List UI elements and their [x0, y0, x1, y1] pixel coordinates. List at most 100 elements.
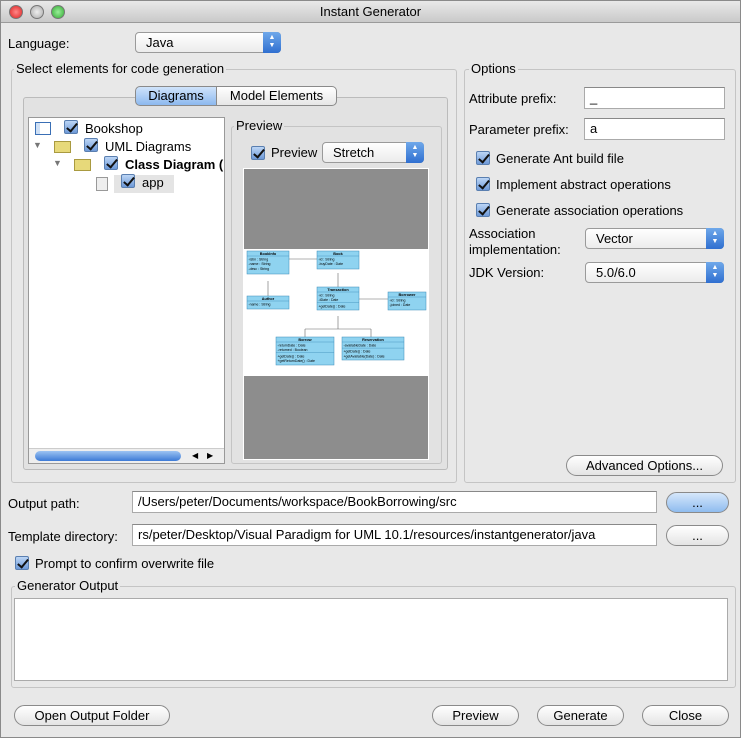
horizontal-scrollbar[interactable]: ◀ ▶	[29, 448, 224, 463]
parameter-prefix-label: Parameter prefix:	[469, 122, 569, 137]
language-label: Language:	[8, 36, 70, 51]
preview-button[interactable]: Preview	[432, 705, 519, 726]
uml-class-member: -name : String	[249, 303, 271, 307]
chevron-updown-icon: ▲ ▼	[406, 142, 424, 163]
uml-class-member: -tDate : Date	[319, 298, 339, 302]
diagram-icon	[96, 177, 108, 191]
jdk-version-select[interactable]: 5.0/6.0 ▲ ▼	[585, 262, 724, 283]
tree-item-app[interactable]: app	[142, 175, 164, 190]
uml-diagrams-checkbox[interactable]	[84, 138, 98, 152]
select-elements-title: Select elements for code generation	[14, 61, 227, 76]
tree-item-class-diagram[interactable]: Class Diagram (	[125, 157, 223, 172]
uml-class-member: -availableDate : Date	[344, 344, 377, 348]
uml-class-member: -joined : Date	[390, 303, 411, 307]
attribute-prefix-input[interactable]: _	[584, 87, 725, 109]
tree-item-uml-diagrams[interactable]: UML Diagrams	[105, 139, 191, 154]
association-value: Vector	[596, 231, 633, 246]
implement-abstract-checkbox[interactable]	[476, 177, 490, 191]
uml-class-member: -desc : String	[249, 267, 270, 271]
uml-class-box: BookInfo -isbn : String-name : String-des…	[246, 250, 290, 275]
prompt-overwrite-checkbox[interactable]	[15, 556, 29, 570]
tab-diagrams[interactable]: Diagrams	[135, 86, 217, 106]
language-select[interactable]: Java ▲ ▼	[135, 32, 281, 53]
tab-model-elements[interactable]: Model Elements	[216, 86, 337, 106]
bookshop-checkbox[interactable]	[64, 120, 78, 134]
open-output-folder-button[interactable]: Open Output Folder	[14, 705, 170, 726]
uml-class-member: -id : String	[390, 299, 406, 303]
generate-association-checkbox[interactable]	[476, 203, 490, 217]
uml-class-name: Book	[333, 252, 343, 256]
language-value: Java	[146, 35, 174, 50]
jdk-version-label: JDK Version:	[469, 265, 545, 280]
uml-class-member: -id : String	[319, 294, 335, 298]
parameter-prefix-input[interactable]: a	[584, 118, 725, 140]
folder-icon	[54, 141, 71, 153]
class-diagram-folder-icon	[74, 159, 91, 171]
preview-mode-select[interactable]: Stretch ▲ ▼	[322, 142, 424, 163]
uml-class-box: Transaction -id : String-tDate : Date +get…	[316, 286, 360, 311]
uml-class-member: +getDate() : Date	[319, 304, 346, 308]
zoom-window-button[interactable]	[51, 5, 65, 19]
uml-class-member: +getDate() : Date	[344, 350, 371, 354]
jdk-version-value: 5.0/6.0	[596, 265, 636, 280]
uml-class-member: -name : String	[249, 262, 271, 266]
association-label-line2: implementation:	[469, 242, 561, 257]
expand-triangle-icon[interactable]: ▼	[33, 140, 42, 150]
preview-checkbox[interactable]	[251, 146, 265, 160]
uml-class-name: Transaction	[327, 288, 349, 292]
diagram-tree: Bookshop ▼ UML Diagrams ▼ Class Diagram …	[28, 117, 225, 464]
minimize-window-button[interactable]	[30, 5, 44, 19]
preview-group-title: Preview	[234, 118, 285, 133]
scrollbar-thumb[interactable]	[35, 451, 181, 461]
uml-class-name: Borrow	[298, 338, 311, 342]
generator-output-textarea[interactable]	[14, 598, 728, 681]
chevron-updown-icon: ▲ ▼	[706, 228, 724, 249]
template-directory-browse-button[interactable]: ...	[666, 525, 729, 546]
generate-ant-label: Generate Ant build file	[496, 151, 624, 166]
uml-class-box: Reservation -availableDate : Date +getDate…	[341, 336, 405, 361]
uml-class-member: +getAvailable(Date) : Date	[344, 354, 385, 358]
class-diagram-checkbox[interactable]	[104, 156, 118, 170]
window-title: Instant Generator	[319, 4, 422, 19]
output-path-input[interactable]: /Users/peter/Documents/workspace/BookBor…	[132, 491, 657, 513]
generate-association-label: Generate association operations	[496, 203, 684, 218]
uml-class-name: BookInfo	[260, 252, 277, 256]
chevron-updown-icon: ▲ ▼	[706, 262, 724, 283]
class-diagram-preview: BookInfo-isbn : String-name : String-des…	[244, 249, 428, 376]
template-directory-label: Template directory:	[8, 529, 118, 544]
attribute-prefix-label: Attribute prefix:	[469, 91, 557, 106]
options-title: Options	[469, 61, 518, 76]
uml-class-member: -buyDate : Date	[319, 262, 344, 266]
advanced-options-button[interactable]: Advanced Options...	[566, 455, 723, 476]
scroll-left-icon[interactable]: ◀	[192, 449, 198, 463]
generate-ant-checkbox[interactable]	[476, 151, 490, 165]
implement-abstract-label: Implement abstract operations	[496, 177, 671, 192]
expand-triangle-icon[interactable]: ▼	[53, 158, 62, 168]
instant-generator-window: Instant Generator Language: Java ▲ ▼ Selec…	[0, 0, 741, 738]
uml-class-member: +getReturnDate() : Date	[278, 359, 316, 363]
scroll-right-icon[interactable]: ▶	[207, 449, 213, 463]
close-window-button[interactable]	[9, 5, 23, 19]
app-checkbox[interactable]	[121, 174, 135, 188]
close-button[interactable]: Close	[642, 705, 729, 726]
output-path-browse-button[interactable]: ...	[666, 492, 729, 513]
title-bar: Instant Generator	[1, 1, 740, 23]
uml-class-name: Borrower	[399, 293, 416, 297]
uml-class-box: Author -name : String	[246, 295, 290, 310]
uml-class-member: -isbn : String	[249, 258, 269, 262]
preview-checkbox-label: Preview	[271, 145, 318, 160]
uml-class-member: -returned : Boolean	[278, 348, 308, 352]
uml-class-name: Reservation	[362, 338, 384, 342]
uml-class-name: Author	[262, 297, 275, 301]
uml-class-member: -returnDate : Date	[278, 344, 306, 348]
uml-class-member: -id : String	[319, 258, 335, 262]
preview-mode-value: Stretch	[333, 145, 375, 160]
uml-class-box: Borrower -id : String-joined : Date	[387, 291, 427, 311]
association-implementation-select[interactable]: Vector ▲ ▼	[585, 228, 724, 249]
uml-class-box: Book -id : String-buyDate : Date	[316, 250, 360, 270]
uml-class-member: +getDate() : Date	[278, 354, 305, 358]
template-directory-input[interactable]: rs/peter/Desktop/Visual Paradigm for UML…	[132, 524, 657, 546]
generate-button[interactable]: Generate	[537, 705, 624, 726]
tree-item-bookshop[interactable]: Bookshop	[85, 121, 143, 136]
project-icon	[35, 122, 51, 135]
